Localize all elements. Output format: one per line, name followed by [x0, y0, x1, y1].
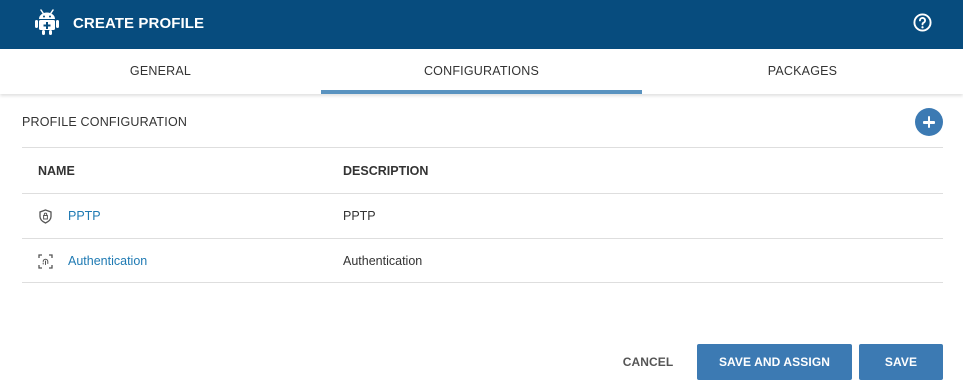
save-and-assign-button[interactable]: SAVE AND ASSIGN — [697, 344, 852, 380]
tab-configurations[interactable]: CONFIGURATIONS — [321, 49, 642, 94]
shield-icon — [39, 209, 52, 224]
page-title: CREATE PROFILE — [73, 15, 205, 32]
column-header-name: NAME — [38, 163, 75, 178]
table-row: Authentication Authentication — [22, 238, 943, 283]
configuration-description: PPTP — [343, 209, 376, 223]
table-header-row: NAME DESCRIPTION — [22, 147, 943, 193]
add-configuration-button[interactable] — [915, 108, 943, 136]
android-icon — [35, 9, 59, 35]
tab-bar: GENERAL CONFIGURATIONS PACKAGES — [0, 49, 963, 94]
save-button[interactable]: SAVE — [859, 344, 943, 380]
configuration-description: Authentication — [343, 253, 423, 268]
fingerprint-scan-icon — [38, 254, 53, 269]
tab-packages[interactable]: PACKAGES — [642, 49, 963, 94]
table-row: PPTP PPTP — [22, 193, 943, 238]
app-header: CREATE PROFILE — [0, 0, 963, 49]
tab-general[interactable]: GENERAL — [0, 49, 321, 94]
column-header-description: DESCRIPTION — [343, 163, 429, 178]
help-circle-icon[interactable] — [913, 13, 932, 32]
configuration-table: NAME DESCRIPTION PPTP PPTP Authenticatio… — [22, 147, 943, 283]
configuration-link-pptp[interactable]: PPTP — [68, 209, 101, 223]
cancel-button[interactable]: CANCEL — [610, 344, 686, 380]
section-title: PROFILE CONFIGURATION — [22, 115, 188, 129]
configuration-link-authentication[interactable]: Authentication — [68, 254, 147, 268]
